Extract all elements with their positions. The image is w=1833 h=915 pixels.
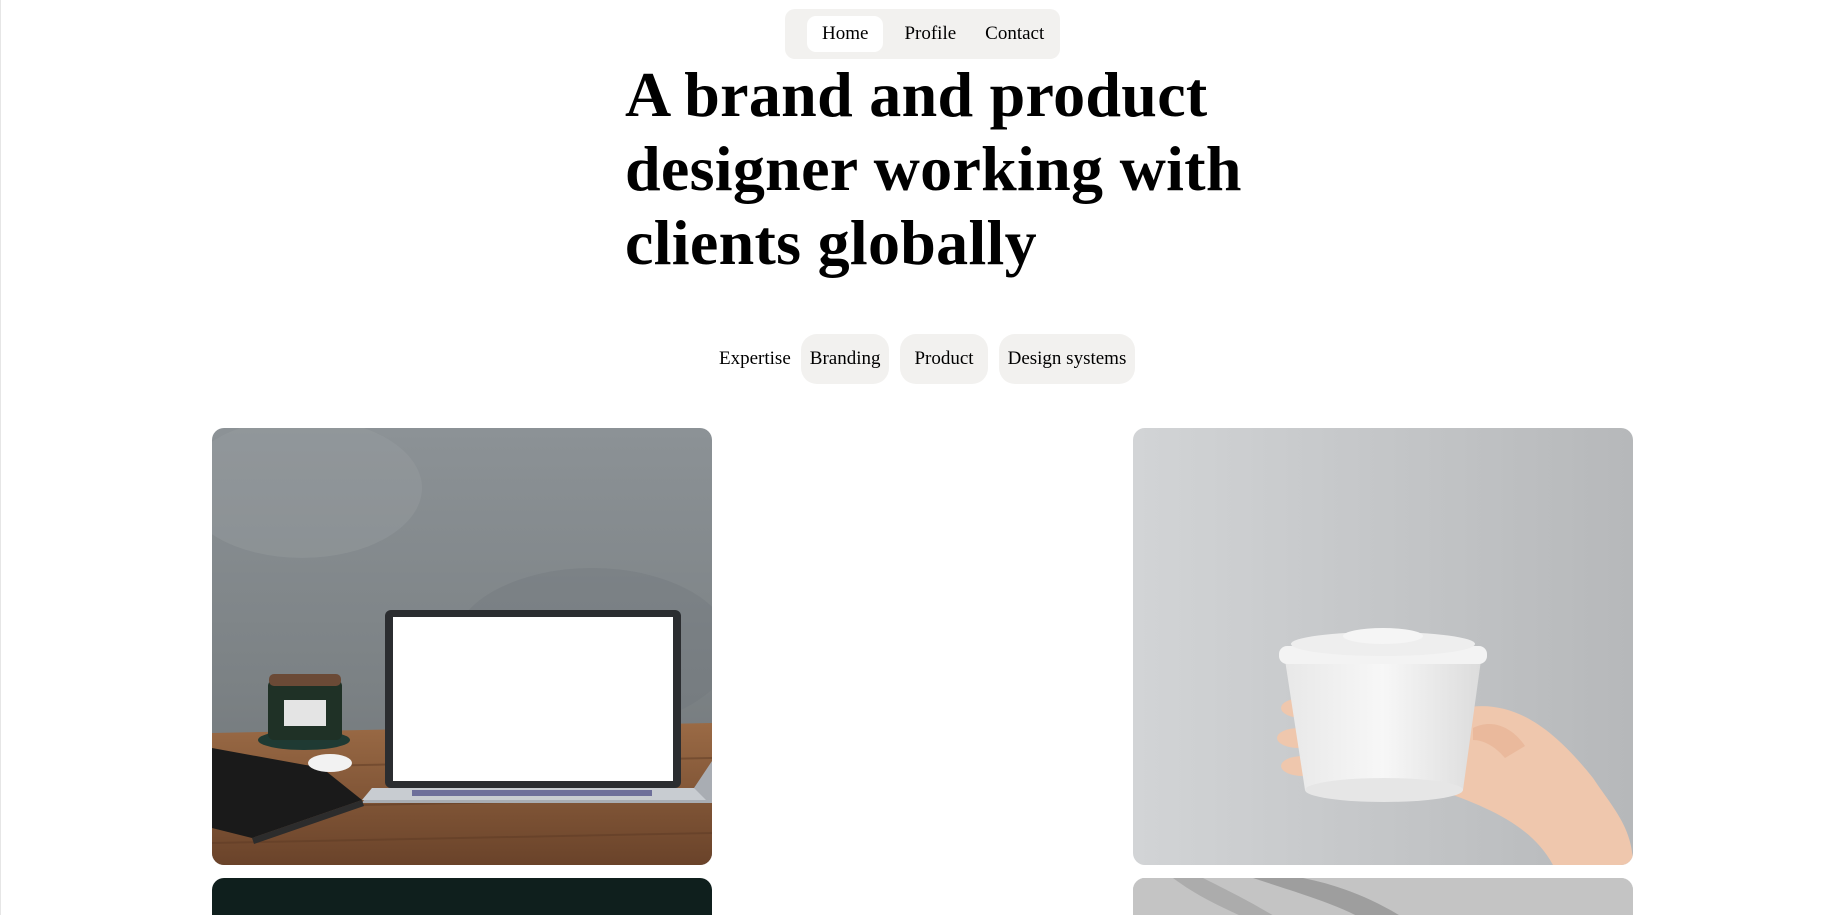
gallery-image-shadow[interactable] — [1133, 878, 1633, 915]
nav-profile[interactable]: Profile — [889, 16, 971, 52]
nav-home[interactable]: Home — [807, 16, 884, 52]
hero-headline: A brand and product designer working wit… — [625, 58, 1245, 280]
chip-design-systems[interactable]: Design systems — [998, 334, 1136, 384]
chip-branding[interactable]: Branding — [800, 334, 890, 384]
hero-line-2: designer working with — [625, 133, 1242, 204]
nav-contact[interactable]: Contact — [977, 16, 1050, 52]
gallery-image-cup[interactable] — [1133, 428, 1633, 865]
portfolio-page: Home Profile Contact A brand and product… — [0, 0, 1833, 915]
expertise-label: Expertise — [719, 348, 791, 369]
gallery-image-laptop[interactable] — [212, 428, 712, 865]
laptop-photo — [212, 428, 712, 865]
expertise-row: Expertise Branding Product Design system… — [719, 334, 1146, 384]
hero-line-3: clients globally — [625, 207, 1037, 278]
top-nav: Home Profile Contact — [785, 9, 1060, 59]
hero-line-1: A brand and product — [625, 59, 1208, 130]
cup-photo — [1133, 428, 1633, 865]
chip-product[interactable]: Product — [900, 334, 988, 384]
shadow-photo — [1133, 878, 1633, 915]
gallery-image-dark[interactable] — [212, 878, 712, 915]
